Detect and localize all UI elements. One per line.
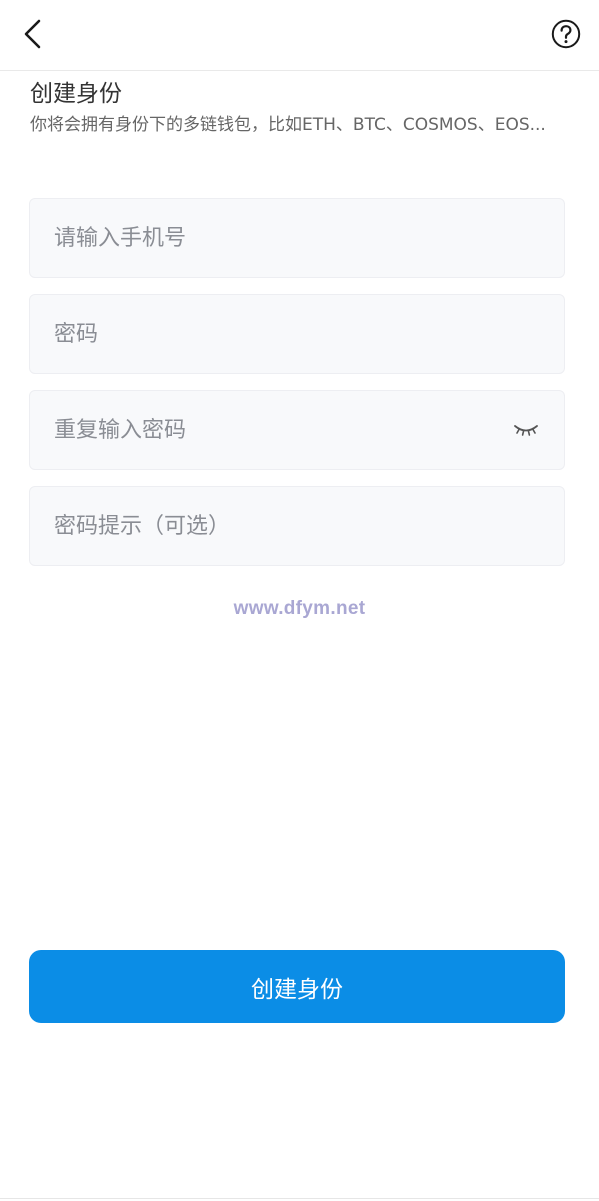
password-visibility-toggle[interactable] xyxy=(512,418,540,442)
password-input[interactable] xyxy=(54,295,514,373)
create-identity-button[interactable]: 创建身份 xyxy=(29,950,565,1023)
phone-field xyxy=(29,198,565,278)
back-button[interactable] xyxy=(12,12,52,56)
phone-input[interactable] xyxy=(54,199,514,277)
repeat-password-field xyxy=(29,390,565,470)
repeat-password-input[interactable] xyxy=(54,391,514,469)
chevron-left-icon xyxy=(24,19,41,49)
eye-closed-icon xyxy=(514,425,538,436)
top-bar xyxy=(0,0,599,71)
bottom-divider xyxy=(0,1198,599,1199)
help-button[interactable] xyxy=(549,16,583,52)
password-hint-field xyxy=(29,486,565,566)
watermark-text: www.dfym.net xyxy=(233,598,366,619)
password-field xyxy=(29,294,565,374)
password-hint-input[interactable] xyxy=(54,487,514,565)
page-title: 创建身份 xyxy=(30,81,122,107)
question-circle-icon xyxy=(551,19,581,49)
page-subtitle: 你将会拥有身份下的多链钱包，比如ETH、BTC、COSMOS、EOS... xyxy=(30,115,546,135)
